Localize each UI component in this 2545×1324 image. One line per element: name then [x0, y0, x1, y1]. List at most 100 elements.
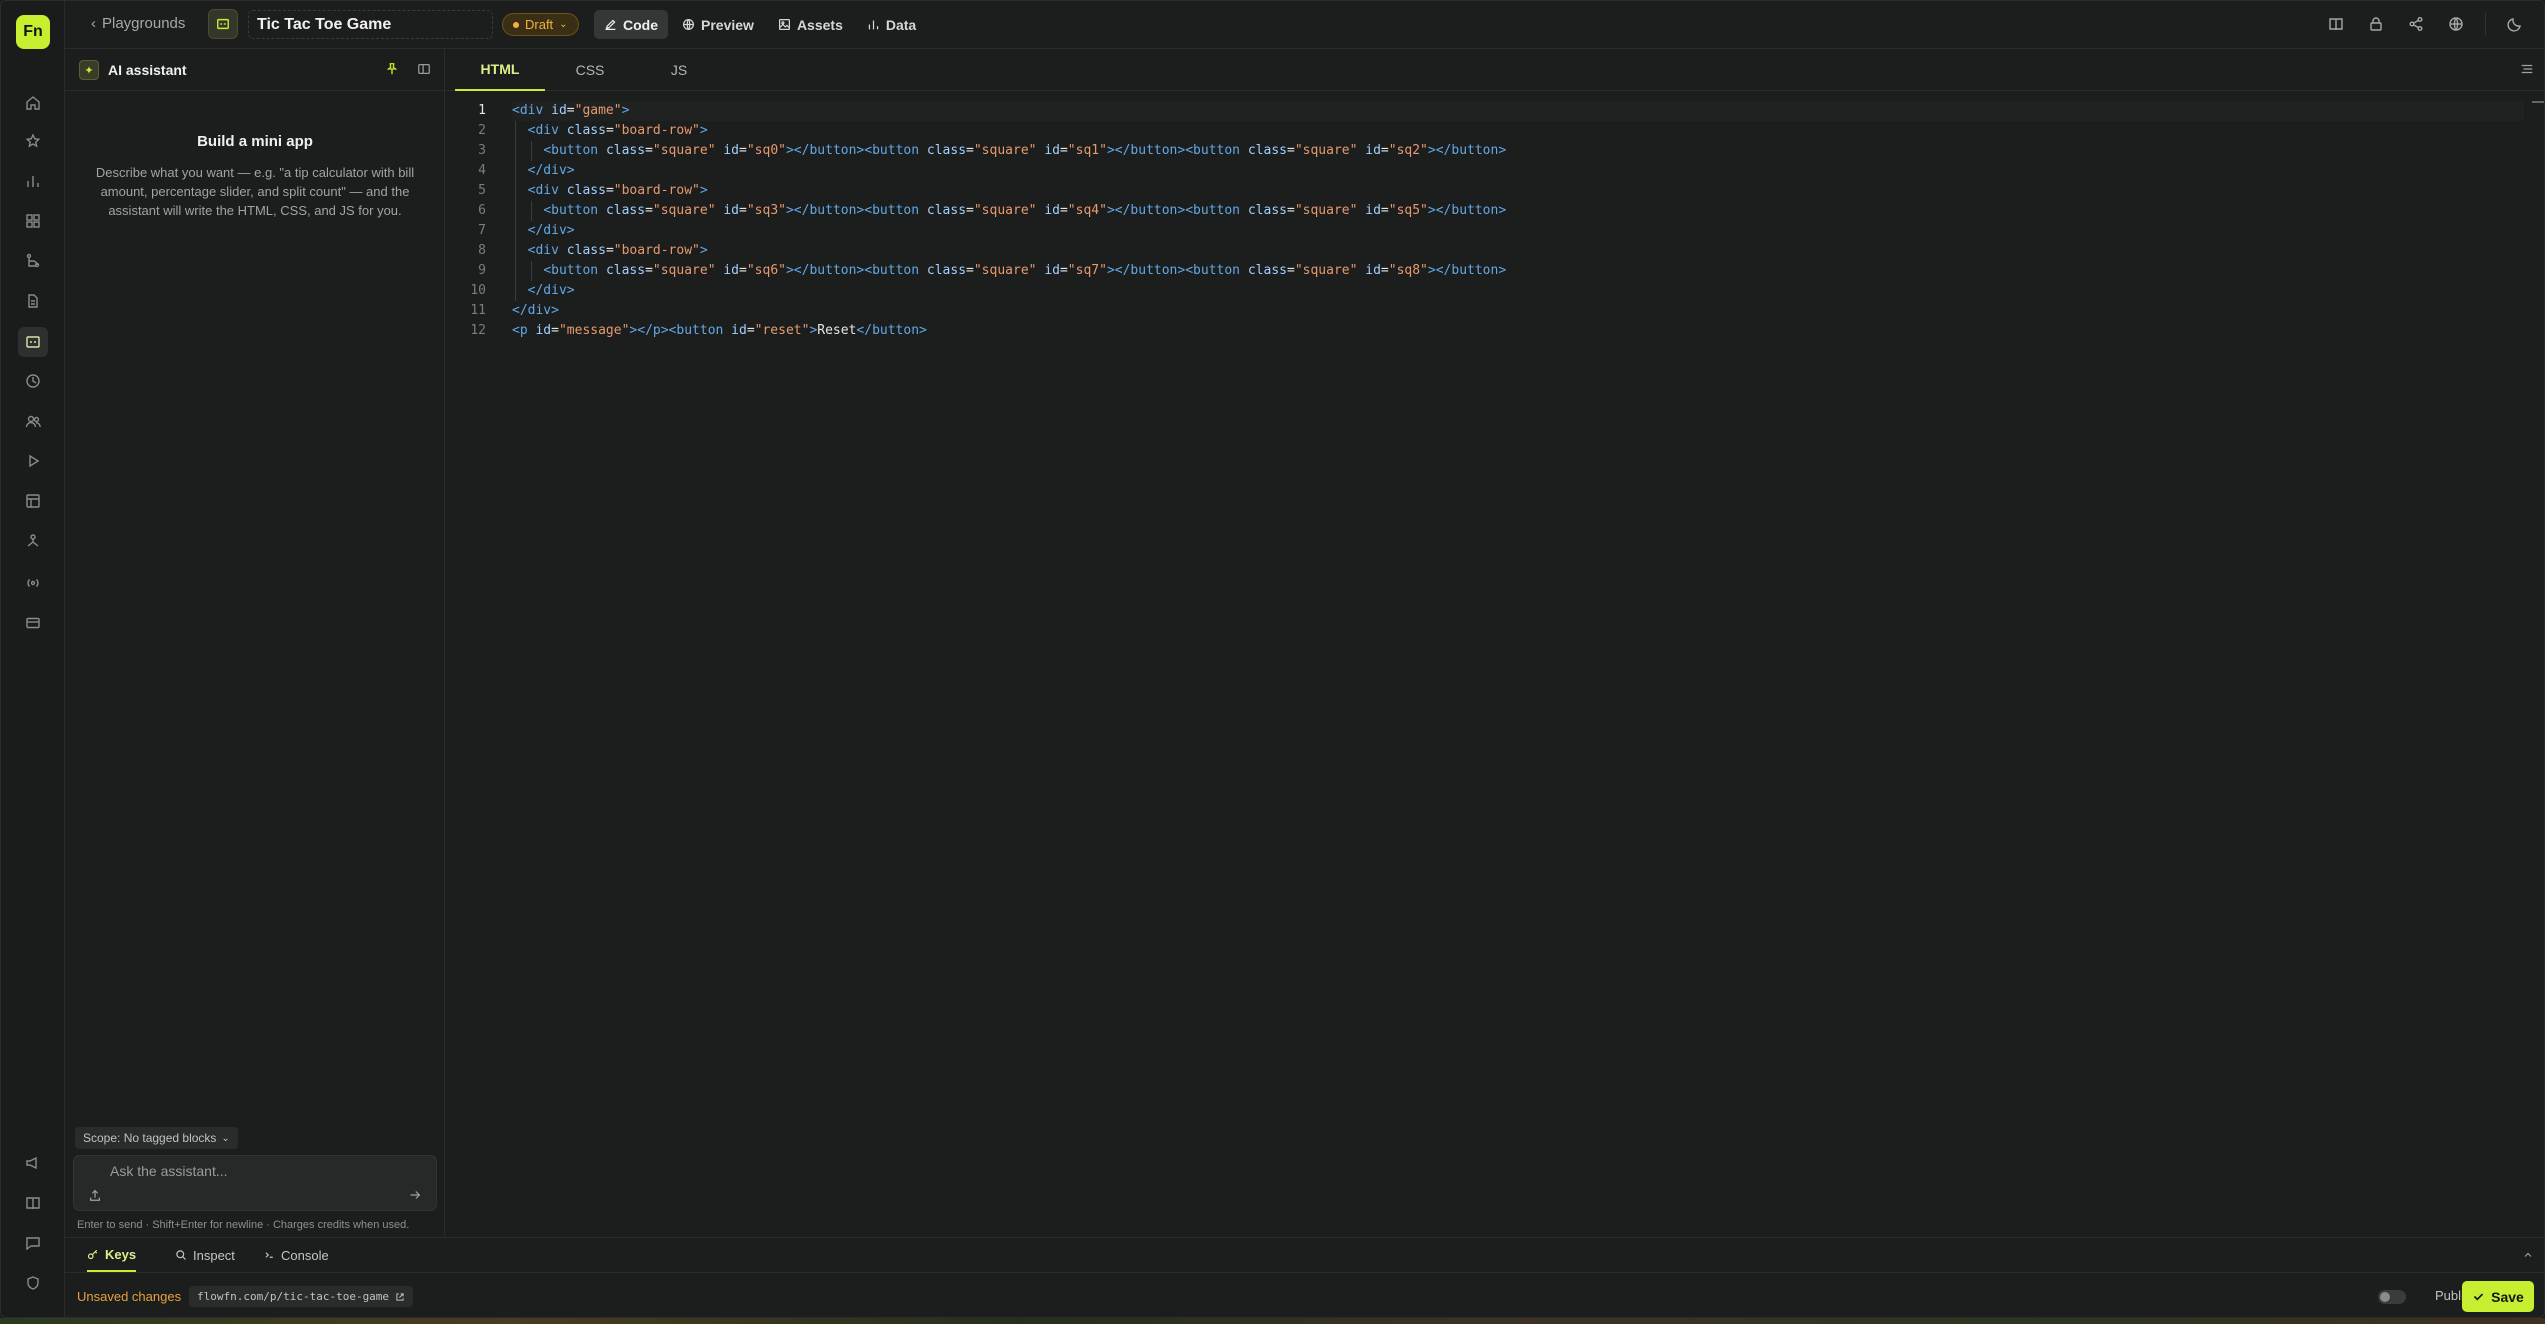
users-icon[interactable]	[23, 411, 43, 431]
clock-icon[interactable]	[23, 371, 43, 391]
moon-icon[interactable]	[2504, 13, 2526, 35]
collapse-panel-icon[interactable]	[416, 61, 432, 77]
code-editor: HTML CSS JS 1 2 3 4 5 6 7 8 9 10 11 12 <…	[446, 49, 2544, 1236]
indent-guide	[515, 221, 516, 241]
tab-assets[interactable]: Assets	[768, 10, 853, 39]
card-icon[interactable]	[23, 613, 43, 633]
code-token: "board-row"	[613, 183, 700, 198]
ask-assistant-input[interactable]	[74, 1156, 436, 1186]
code-token: =	[1286, 263, 1295, 278]
status-badge[interactable]: Draft ⌄	[502, 13, 579, 36]
code-token: <button	[543, 203, 599, 218]
play-icon[interactable]	[23, 451, 43, 471]
code-token: ></button>	[1106, 143, 1186, 158]
bar-chart-icon[interactable]	[23, 171, 43, 191]
code-line[interactable]: <p id="message"></p><button id="reset">R…	[512, 321, 2524, 341]
branch-icon[interactable]	[23, 251, 43, 271]
pin-icon[interactable]	[384, 61, 400, 77]
code-token: </div>	[527, 283, 575, 298]
book-icon[interactable]	[23, 1193, 43, 1213]
shield-icon[interactable]	[23, 1273, 43, 1293]
public-url-link[interactable]: flowfn.com/p/tic-tac-toe-game	[189, 1286, 414, 1307]
tab-console-label: Console	[281, 1247, 329, 1263]
tab-html[interactable]: HTML	[455, 49, 545, 91]
grid-icon[interactable]	[23, 211, 43, 231]
code-line[interactable]: <div class="board-row">	[512, 121, 2524, 141]
chevron-up-icon[interactable]	[2522, 1248, 2536, 1262]
tab-preview[interactable]: Preview	[672, 10, 764, 39]
brand-logo-text: Fn	[23, 23, 43, 40]
tab-data[interactable]: Data	[857, 10, 926, 39]
app-type-icon	[208, 9, 238, 39]
tab-code[interactable]: Code	[594, 10, 668, 39]
empty-state-title: Build a mini app	[197, 133, 313, 150]
code-token: ></p><button	[629, 323, 724, 338]
code-token: >	[621, 103, 630, 118]
send-arrow-icon[interactable]	[408, 1188, 424, 1204]
star-icon[interactable]	[23, 131, 43, 151]
code-line[interactable]: </div>	[512, 281, 2524, 301]
tab-css[interactable]: CSS	[545, 49, 635, 91]
code-token: "square"	[1294, 143, 1358, 158]
back-to-playgrounds-link[interactable]: ‹ Playgrounds	[91, 15, 185, 32]
code-token: "sq2"	[1388, 143, 1428, 158]
code-token: =	[746, 323, 755, 338]
share-icon[interactable]	[2405, 13, 2427, 35]
top-bar: ‹ Playgrounds Draft ⌄ Code Preview Asset…	[65, 1, 2544, 49]
chat-icon[interactable]	[23, 1233, 43, 1253]
indent-guide	[515, 141, 516, 161]
megaphone-icon[interactable]	[23, 1153, 43, 1173]
public-toggle[interactable]	[2378, 1290, 2406, 1304]
layout-icon[interactable]	[23, 491, 43, 511]
code-line[interactable]: <div class="board-row">	[512, 241, 2524, 261]
code-line[interactable]: </div>	[512, 221, 2524, 241]
network-icon[interactable]	[23, 531, 43, 551]
app-title-input[interactable]	[248, 10, 493, 39]
tab-console[interactable]: Console	[263, 1238, 329, 1272]
lock-icon[interactable]	[2365, 13, 2387, 35]
tab-js[interactable]: JS	[634, 49, 724, 91]
scroll-indicator[interactable]	[2532, 101, 2544, 103]
book-icon[interactable]	[2325, 13, 2347, 35]
upload-icon[interactable]	[88, 1188, 104, 1204]
globe-icon[interactable]	[2445, 13, 2467, 35]
code-line[interactable]: </div>	[512, 161, 2524, 181]
code-token: "square"	[1294, 263, 1358, 278]
code-token: id	[1365, 203, 1381, 218]
code-line[interactable]: <div id="game">	[512, 101, 2524, 121]
code-token: "reset"	[754, 323, 810, 338]
tab-keys[interactable]: Keys	[87, 1238, 137, 1272]
code-token: id	[723, 263, 740, 278]
code-line[interactable]: <div class="board-row">	[512, 181, 2524, 201]
globe-icon	[683, 19, 694, 30]
home-icon[interactable]	[23, 93, 43, 113]
menu-icon[interactable]	[2520, 62, 2536, 78]
code-line[interactable]: <button class="square" id="sq6"></button…	[512, 261, 2524, 281]
save-button[interactable]: Save	[2462, 1281, 2534, 1312]
document-icon[interactable]	[23, 291, 43, 311]
code-line[interactable]: </div>	[512, 301, 2524, 321]
code-token: >	[699, 183, 708, 198]
code-token: id	[723, 203, 740, 218]
chevron-left-icon: ‹	[91, 15, 96, 32]
code-line[interactable]: <button class="square" id="sq0"></button…	[512, 141, 2524, 161]
code-token: id	[1044, 143, 1060, 158]
line-number: 6	[478, 203, 486, 218]
broadcast-icon[interactable]	[23, 573, 43, 593]
code-content[interactable]: <div id="game"> <div class="board-row"> …	[512, 101, 2524, 341]
indent-guide	[515, 261, 516, 281]
code-token: <button	[864, 203, 920, 218]
code-token: id	[1044, 203, 1060, 218]
scope-selector[interactable]: Scope: No tagged blocks ⌄	[75, 1127, 238, 1149]
playground-icon[interactable]	[18, 327, 48, 357]
code-token: <p	[512, 323, 528, 338]
tab-inspect[interactable]: Inspect	[175, 1238, 235, 1272]
brand-logo[interactable]: Fn	[16, 15, 50, 49]
code-line[interactable]: <button class="square" id="sq3"></button…	[512, 201, 2524, 221]
